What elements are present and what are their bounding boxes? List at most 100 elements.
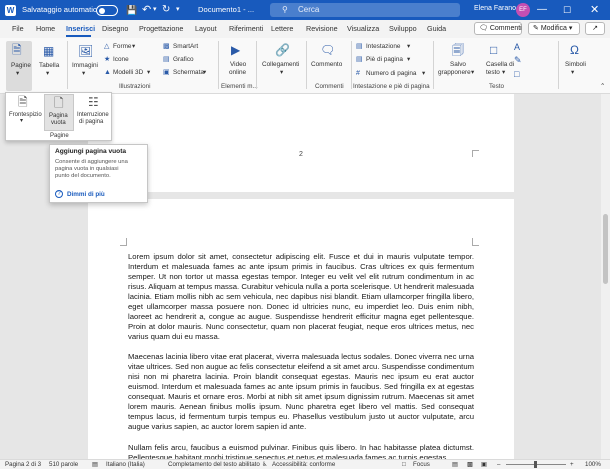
body-paragraph[interactable]: Lorem ipsum dolor sit amet, consectetur … (128, 252, 474, 344)
save-icon[interactable]: 💾 (126, 0, 137, 20)
user-name[interactable]: Elena Farano (474, 5, 516, 12)
video-label-2[interactable]: online (229, 69, 246, 76)
quick-parts-label-2[interactable]: grapponere (438, 69, 471, 76)
text-predictions[interactable]: Completamento del testo abilitato (168, 461, 260, 468)
tab-layout[interactable]: Layout (195, 24, 217, 33)
help-icon: ? (55, 190, 63, 198)
share-button[interactable]: ↗ (585, 22, 605, 35)
chart-label[interactable]: Grafico (173, 56, 194, 63)
collapse-ribbon-icon[interactable]: ⌃ (600, 83, 605, 90)
language[interactable]: Italiano (Italia) (106, 461, 145, 468)
edit-mode-button[interactable]: ✎ Modifica ▾ (528, 22, 580, 35)
comment-label[interactable]: Commento (311, 61, 342, 68)
footer-label[interactable]: Piè di pagina (366, 56, 403, 63)
accessibility-status[interactable]: Accessibilità: conforme (272, 461, 335, 468)
shapes-label[interactable]: Forme (113, 43, 131, 50)
redo-icon[interactable]: ↻ (162, 0, 170, 20)
illustrations-group-label: Illustrazioni (119, 83, 151, 90)
screenshot-label[interactable]: Schermata (173, 69, 204, 76)
page-count[interactable]: Pagina 2 di 3 (5, 461, 41, 468)
table-label[interactable]: Tabella (39, 62, 59, 69)
tab-developer[interactable]: Sviluppo (389, 24, 417, 33)
tab-design[interactable]: Progettazione (139, 24, 183, 33)
word-count[interactable]: 510 parole (49, 461, 78, 468)
zoom-level[interactable]: 100% (585, 461, 601, 468)
accessibility-icon[interactable]: ♿ (262, 461, 268, 468)
search-box[interactable]: ⚲ Cerca (270, 3, 460, 17)
proofing-icon[interactable]: ▤ (92, 461, 98, 468)
customize-toolbar-icon[interactable]: ▾ (176, 0, 180, 20)
tab-file[interactable]: File (12, 24, 24, 33)
comments-button[interactable]: 🗨 Commenti (474, 22, 522, 35)
focus-icon[interactable]: □ (402, 461, 406, 468)
symbols-label[interactable]: Simboli (565, 61, 586, 68)
scrollbar-thumb[interactable] (603, 214, 608, 284)
models3d-label[interactable]: Modelli 3D (113, 69, 143, 76)
cover-page-item[interactable]: 🗎 Frontespizio ▾ (7, 94, 42, 130)
tab-view[interactable]: Visualizza (347, 24, 379, 33)
dropcap-icon[interactable]: ✎ (514, 56, 522, 65)
link-icon[interactable]: 🔗 (275, 44, 290, 56)
tab-mailings[interactable]: Lettere (271, 24, 293, 33)
table-dropdown-icon: ▾ (46, 70, 50, 77)
tab-insert[interactable]: Inserisci (66, 24, 95, 33)
images-label[interactable]: Immagini (72, 62, 98, 69)
tab-references[interactable]: Riferimenti (229, 24, 263, 33)
document-title[interactable]: Documento1 - ... (198, 5, 254, 14)
page-number-label[interactable]: Numero di pagina (366, 70, 416, 77)
models3d-icon: ▲ (104, 69, 111, 76)
tab-draw[interactable]: Disegno (102, 24, 128, 33)
focus-mode[interactable]: Focus (413, 461, 430, 468)
blank-page-item[interactable]: 🗋 Pagina vuota (44, 94, 74, 131)
undo-dropdown-icon[interactable]: ▾ (153, 0, 157, 20)
web-layout-icon[interactable]: ▣ (481, 461, 487, 468)
close-icon[interactable]: ✕ (590, 0, 599, 20)
blank-page-label-1: Pagina (49, 113, 68, 119)
quick-parts-dropdown-icon: ▾ (471, 69, 475, 76)
wordart-icon[interactable]: A (514, 43, 520, 52)
textbox-label-2[interactable]: testo (486, 69, 500, 76)
pages-dropdown-icon: ▾ (16, 70, 20, 77)
vertical-scrollbar[interactable] (601, 94, 610, 459)
pages-group-label: Pagine (50, 133, 69, 139)
zoom-slider-thumb[interactable] (534, 461, 537, 468)
shapes-icon: △ (104, 43, 110, 50)
maximize-icon[interactable]: ☐ (563, 0, 571, 20)
page-break-item[interactable]: ☷ Interruzione di pagina (76, 94, 112, 130)
tell-me-more-link[interactable]: Dimmi di più (67, 191, 105, 198)
page-break-label-1: Interruzione (77, 112, 109, 118)
zoom-in-icon[interactable]: + (570, 461, 574, 468)
zoom-out-icon[interactable]: – (497, 461, 500, 468)
new-comment-icon[interactable]: 🗨 (320, 44, 335, 56)
tab-review[interactable]: Revisione (306, 24, 338, 33)
textbox-icon[interactable]: □ (490, 44, 497, 56)
textbox-dropdown-icon: ▾ (502, 69, 506, 76)
share-icon: ↗ (592, 25, 598, 32)
cover-page-label: Frontespizio (9, 112, 42, 118)
minimize-icon[interactable]: — (537, 0, 547, 20)
read-mode-icon[interactable]: ▤ (452, 461, 458, 468)
video-label-1[interactable]: Video (230, 61, 246, 68)
quick-parts-label-1[interactable]: Salvo (450, 61, 466, 68)
images-icon[interactable]: 🖼 (78, 45, 93, 57)
omega-icon[interactable]: Ω (570, 44, 579, 56)
autosave-toggle[interactable] (96, 5, 118, 16)
tab-home[interactable]: Home (36, 24, 55, 33)
smartart-label[interactable]: SmartArt (173, 43, 198, 50)
table-icon[interactable]: ▦ (43, 45, 54, 57)
video-icon[interactable]: ▶ (231, 44, 240, 56)
print-layout-icon[interactable]: ▩ (467, 461, 473, 468)
undo-icon[interactable]: ↶ (142, 0, 151, 20)
links-label[interactable]: Collegamenti (262, 61, 299, 68)
chart-icon: ▤ (163, 56, 170, 63)
icons-label[interactable]: Icone (113, 56, 129, 63)
comment-icon: 🗨 (479, 25, 488, 32)
textbox-label-1[interactable]: Casella di (486, 61, 514, 68)
header-label[interactable]: Intestazione (366, 43, 400, 50)
body-paragraph[interactable]: Maecenas lacinia libero vitae erat place… (128, 352, 474, 436)
avatar[interactable]: EF (516, 3, 530, 17)
object-icon[interactable]: □ (514, 70, 519, 79)
body-paragraph[interactable]: Nullam felis arcu, faucibus a euismod pu… (128, 443, 474, 459)
tab-help[interactable]: Guida (427, 24, 446, 33)
quick-parts-icon[interactable]: 🗐 (452, 44, 464, 56)
